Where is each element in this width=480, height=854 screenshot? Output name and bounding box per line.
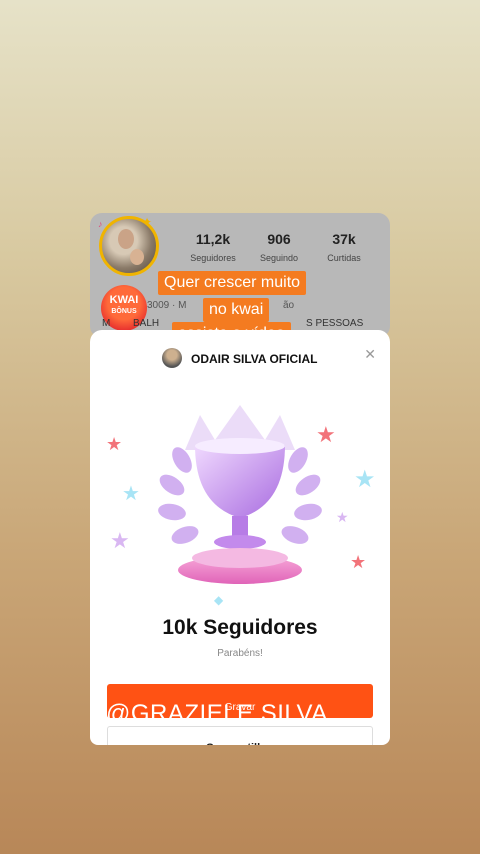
profile-meta-suffix: ão [283,300,295,311]
star-icon: ★ [110,528,130,553]
laurel-right [281,447,322,544]
trophy-illustration: ★ ★ ★ ★ ★ ★ ★ ◆ [106,405,376,607]
trophy-foot [214,535,266,549]
profile-bio-end: S PESSOAS [306,318,364,329]
profile-bio-start: M [102,318,111,329]
stat-value: 37k [332,231,356,247]
milestone-title: 10k Seguidores [162,616,318,639]
share-button[interactable]: Compartilhar [107,726,373,745]
star-icon: ★ [336,509,349,525]
creator-watermark: @GRAZIELE SILVA [106,700,328,727]
account-avatar [162,348,182,368]
profile-meta: 3009 · M [147,300,187,311]
modal-header: ODAIR SILVA OFICIAL ✕ [90,346,390,370]
laurel-left [158,447,199,544]
caption-line-2: no kwai [203,298,270,322]
trophy-stem [232,516,248,538]
sparkle-icon: ✦ [142,215,153,229]
stat-label: Seguidores [190,253,236,263]
account-name: ODAIR SILVA OFICIAL [191,352,318,366]
stat-value: 906 [267,231,291,247]
stat-following[interactable]: 906 Seguindo [244,231,314,263]
music-note-icon: ♪ [98,219,103,229]
stat-label: Seguindo [259,253,299,263]
star-icon: ★ [316,422,336,447]
stat-followers[interactable]: 11,2k Seguidores [178,231,248,263]
podium-top [192,548,288,568]
milestone-modal: ODAIR SILVA OFICIAL ✕ ★ ★ ★ ★ ★ ★ ★ ◆ 10… [90,330,390,745]
star-icon: ★ [354,466,376,493]
stat-value: 11,2k [195,231,231,247]
milestone-subtitle: Parabéns! [217,648,263,659]
bonus-badge-subtitle: BÔNUS [111,308,137,315]
star-icon: ★ [106,434,122,454]
profile-bio-mid: BALH [133,318,160,329]
star-icon: ★ [122,483,140,505]
star-icon: ★ [350,552,366,572]
bonus-badge-title: KWAI [109,294,139,306]
star-icon: ◆ [214,593,224,607]
avatar-person-2 [130,249,144,265]
stat-likes[interactable]: 37k Curtidas [309,231,379,263]
caption-line-1: Quer crescer muito [158,271,307,295]
stat-label: Curtidas [327,253,361,263]
avatar-person-1 [118,229,134,249]
trophy-rim [195,438,285,454]
close-icon[interactable]: ✕ [364,346,376,363]
